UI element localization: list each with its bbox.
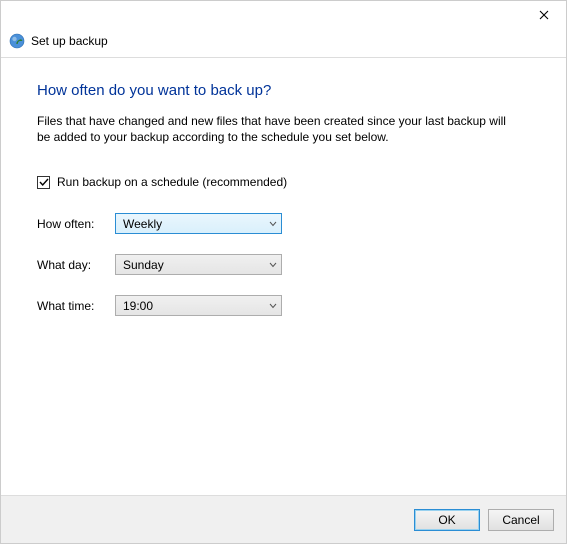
page-description: Files that have changed and new files th… xyxy=(37,113,507,145)
how-often-combobox[interactable]: Weekly xyxy=(115,213,282,234)
what-day-value: Sunday xyxy=(123,258,164,272)
titlebar xyxy=(1,1,566,31)
content-area: How often do you want to back up? Files … xyxy=(1,58,566,495)
dialog-header: Set up backup xyxy=(1,31,566,57)
how-often-label: How often: xyxy=(37,217,115,231)
backup-icon xyxy=(9,33,25,49)
what-time-value: 19:00 xyxy=(123,299,153,313)
how-often-value: Weekly xyxy=(123,217,162,231)
schedule-checkbox-label: Run backup on a schedule (recommended) xyxy=(57,175,287,189)
page-heading: How often do you want to back up? xyxy=(37,82,530,99)
cancel-button[interactable]: Cancel xyxy=(488,509,554,531)
what-time-combobox[interactable]: 19:00 xyxy=(115,295,282,316)
what-day-combobox[interactable]: Sunday xyxy=(115,254,282,275)
cancel-button-label: Cancel xyxy=(502,513,539,527)
what-time-label: What time: xyxy=(37,299,115,313)
what-day-label: What day: xyxy=(37,258,115,272)
ok-button[interactable]: OK xyxy=(414,509,480,531)
dialog-footer: OK Cancel xyxy=(1,495,566,543)
schedule-checkbox-row[interactable]: Run backup on a schedule (recommended) xyxy=(37,175,530,189)
backup-schedule-dialog: Set up backup How often do you want to b… xyxy=(0,0,567,544)
chevron-down-icon xyxy=(269,221,277,227)
dialog-title: Set up backup xyxy=(31,34,108,48)
close-icon xyxy=(539,10,549,20)
schedule-checkbox[interactable] xyxy=(37,176,50,189)
checkmark-icon xyxy=(39,178,49,187)
chevron-down-icon xyxy=(269,262,277,268)
ok-button-label: OK xyxy=(438,513,455,527)
how-often-row: How often: Weekly xyxy=(37,213,530,234)
what-day-row: What day: Sunday xyxy=(37,254,530,275)
what-time-row: What time: 19:00 xyxy=(37,295,530,316)
chevron-down-icon xyxy=(269,303,277,309)
close-button[interactable] xyxy=(521,1,566,29)
